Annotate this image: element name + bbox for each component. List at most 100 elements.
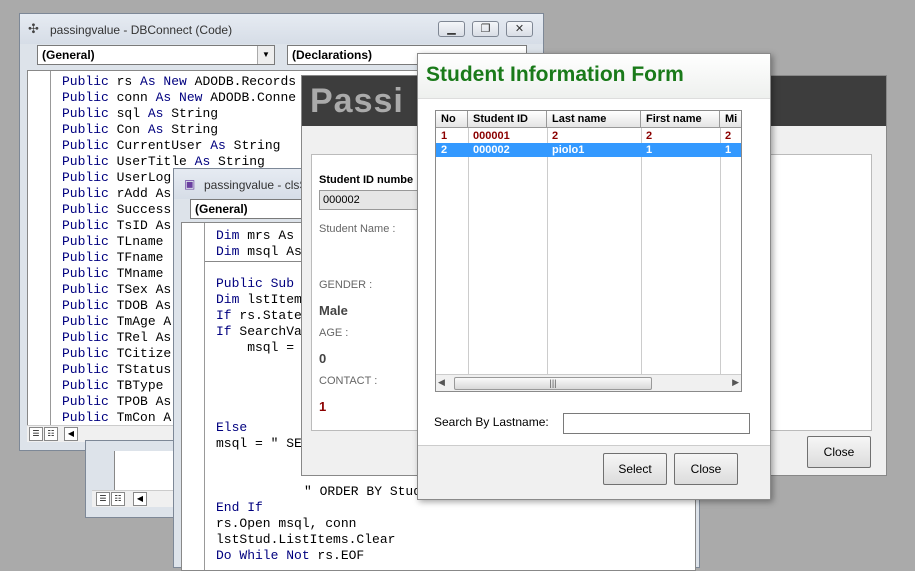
procedure-view-icon[interactable]: ☰ xyxy=(29,427,43,441)
gender-label: GENDER : xyxy=(319,279,373,291)
table-cell[interactable]: 2 xyxy=(436,143,468,157)
code-keyword: Dim xyxy=(216,228,240,243)
code-keyword: Public xyxy=(62,282,109,297)
search-lastname-input[interactable] xyxy=(563,413,750,434)
code-keyword: Public xyxy=(62,378,109,393)
code-text: ADODB.Conne xyxy=(202,90,297,105)
select-button[interactable]: Select xyxy=(603,453,667,485)
code-text: mrs As xyxy=(239,228,295,243)
code-keyword: Public xyxy=(62,122,109,137)
code-keyword: Public xyxy=(62,314,109,329)
scroll-left-icon[interactable]: ◀ xyxy=(438,377,445,388)
code-text: rs xyxy=(108,74,141,89)
age-label: AGE : xyxy=(319,327,349,339)
vb-project-icon: ✣ xyxy=(28,21,39,36)
code-text: rs.Open msql, conn xyxy=(216,516,357,531)
class-code-bottom: End If rs.Open msql, conn lstStud.ListItem… xyxy=(216,500,395,564)
passing-close-button[interactable]: Close xyxy=(807,436,871,468)
margin-indicator-bar xyxy=(28,71,51,427)
column-header[interactable]: Last name xyxy=(547,111,641,128)
column-header[interactable]: Mi xyxy=(720,111,741,128)
contact-label: CONTACT : xyxy=(319,375,378,387)
code-text: TStatus xyxy=(108,362,172,377)
table-cell[interactable]: 2 xyxy=(547,129,641,143)
search-label: Search By Lastname: xyxy=(434,415,549,429)
code-text: rs.State xyxy=(231,308,302,323)
student-id-label: Student ID numbe xyxy=(319,174,414,186)
code-text: SearchVa xyxy=(231,324,302,339)
code-keyword: Public xyxy=(62,138,109,153)
code-line: Dim mrs As xyxy=(216,228,302,244)
student-id-field[interactable]: 000002 xyxy=(319,190,429,210)
code-keyword: Public xyxy=(62,330,109,345)
code-keyword: Public xyxy=(62,410,109,425)
code-text: lstStud.ListItems.Clear xyxy=(216,532,396,547)
restore-icon[interactable]: ❐ xyxy=(472,21,499,37)
scrollbar-thumb[interactable]: ||| xyxy=(454,377,652,390)
code-text: TMname xyxy=(108,266,164,281)
code-keyword: As xyxy=(194,154,211,169)
code-text: TLname xyxy=(108,234,164,249)
class-window-title: passingvalue - clsS xyxy=(204,178,308,192)
chevron-down-icon[interactable]: ▼ xyxy=(257,46,274,64)
code-line: Public Sub xyxy=(216,276,302,292)
code-keyword: Dim xyxy=(216,292,240,307)
code-keyword: As New xyxy=(140,74,187,89)
code-line: Public CurrentUser As String xyxy=(62,138,296,154)
code-keyword: Public Sub xyxy=(216,276,295,291)
table-cell[interactable]: 1 xyxy=(641,143,720,157)
list-horizontal-scrollbar[interactable]: ◀ ||| ▶ xyxy=(436,374,741,391)
code-window-title: passingvalue - DBConnect (Code) xyxy=(50,23,233,37)
code-keyword: As New xyxy=(155,90,203,105)
form-header: Student Information Form xyxy=(418,54,770,98)
code-text: TBType xyxy=(108,378,164,393)
code-keyword: Public xyxy=(62,250,109,265)
table-cell[interactable]: 2 xyxy=(641,129,720,143)
form-close-button[interactable]: Close xyxy=(674,453,738,485)
code-keyword: As xyxy=(147,106,164,121)
code-text: String xyxy=(163,122,219,137)
object-combo[interactable]: (General) ▼ xyxy=(37,45,275,65)
code-text: TPOB As xyxy=(108,394,172,409)
background-scrollbar[interactable]: ☰ ☷ ◀ xyxy=(92,490,182,507)
gender-value: Male xyxy=(319,303,348,318)
table-cell[interactable]: 1 xyxy=(720,143,741,157)
code-text: TmAge A xyxy=(108,314,172,329)
table-cell[interactable]: 000001 xyxy=(468,129,547,143)
code-window-titlebar[interactable]: ✣ passingvalue - DBConnect (Code) ▁ ❐ ✕ xyxy=(20,14,543,44)
code-text: TFname xyxy=(108,250,164,265)
code-keyword: Public xyxy=(62,186,109,201)
scroll-left-icon[interactable]: ◀ xyxy=(133,492,147,506)
code-text: CurrentUser xyxy=(108,138,211,153)
class-code-mid: Public Sub Dim lstItem If rs.State If Searc… xyxy=(216,276,302,356)
minimize-icon[interactable]: ▁ xyxy=(438,21,465,37)
full-module-view-icon[interactable]: ☷ xyxy=(111,492,125,506)
student-name-label: Student Name : xyxy=(319,223,396,235)
code-text: msql As xyxy=(239,244,302,259)
student-information-form: Student Information Form No Student ID Las… xyxy=(417,53,771,500)
code-keyword: Public xyxy=(62,394,109,409)
close-icon[interactable]: ✕ xyxy=(506,21,533,37)
code-line: rs.Open msql, conn xyxy=(216,516,395,532)
column-header[interactable]: First name xyxy=(641,111,720,128)
code-keyword: Public xyxy=(62,202,109,217)
table-cell[interactable]: 1 xyxy=(436,129,468,143)
class-code-top: Dim mrs As Dim msql As xyxy=(216,228,302,260)
code-line: Public Con As String xyxy=(62,122,296,138)
code-keyword: If xyxy=(216,308,232,323)
full-module-view-icon[interactable]: ☷ xyxy=(44,427,58,441)
table-cell[interactable]: piolo1 xyxy=(547,143,641,157)
scroll-right-icon[interactable]: ▶ xyxy=(732,377,739,388)
code-keyword: Public xyxy=(62,362,109,377)
column-header[interactable]: No xyxy=(436,111,468,128)
code-keyword: Public xyxy=(62,346,109,361)
code-text: String xyxy=(225,138,281,153)
column-header[interactable]: Student ID xyxy=(468,111,547,128)
scroll-left-icon[interactable]: ◀ xyxy=(64,427,78,441)
table-cell[interactable]: 000002 xyxy=(468,143,547,157)
code-keyword: Else xyxy=(216,420,248,435)
student-list[interactable]: No Student ID Last name First name Mi 1 00000… xyxy=(435,110,742,392)
procedure-view-icon[interactable]: ☰ xyxy=(96,492,110,506)
class-code-else: Else msql = " SE xyxy=(216,420,302,452)
table-cell[interactable]: 2 xyxy=(720,129,741,143)
